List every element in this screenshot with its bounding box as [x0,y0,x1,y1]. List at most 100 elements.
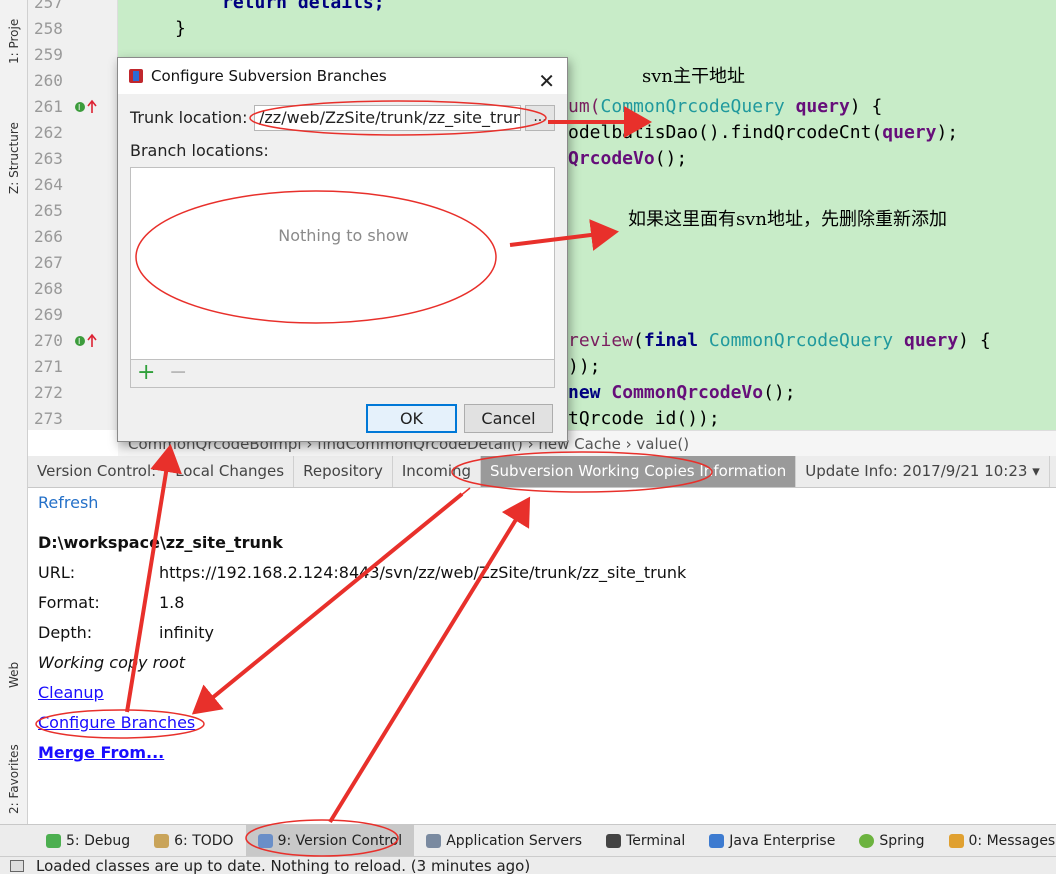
code-line-257: return details; [222,0,385,16]
line-number: 265 [34,201,63,220]
messages-icon [948,833,964,848]
code-token: (); [763,382,796,403]
line-number: 267 [34,253,63,272]
line-number: 257 [34,0,63,12]
tab-web[interactable]: Web [4,640,24,688]
debug-icon [46,833,61,848]
code-token: query [903,330,959,351]
close-icon[interactable]: ✕ [538,63,555,99]
line-number: 268 [34,279,63,298]
depth-row: Depth: infinity [38,618,214,648]
spring-tool-button[interactable]: Spring [847,825,936,857]
code-token: query [795,96,850,117]
working-copies-panel: Refresh D:\workspace\zz_site_trunk URL: h… [28,488,1056,824]
url-value: https://192.168.2.124:8443/svn/zz/web/Zz… [159,563,687,582]
code-line-270: review(final CommonQrcodeQuery query) { [568,328,991,354]
line-number: 263 [34,149,63,168]
url-label: URL: [38,563,76,582]
depth-label: Depth: [38,623,93,642]
line-number: 260 [34,71,63,90]
trunk-location-input[interactable]: /zz/web/ZzSite/trunk/zz_site_trunk [254,105,521,131]
browse-button[interactable]: ... [525,105,555,131]
tab-structure[interactable]: Z: Structure [4,96,24,194]
code-line-261: um(CommonQrcodeQuery query) { [568,94,882,120]
debug-tool-button[interactable]: 5: Debug [34,825,142,857]
code-token: ); [936,122,959,143]
intellij-icon [129,69,143,83]
tool-windows-toggle-icon[interactable] [10,860,24,872]
empty-list-text: Nothing to show [278,226,409,245]
cleanup-link[interactable]: Cleanup [38,678,104,708]
java-enterprise-tool-button[interactable]: Java Enterprise [697,825,847,857]
tab-project[interactable]: 1: Proje [4,4,24,64]
add-branch-button[interactable]: + [137,360,155,386]
line-number: 269 [34,305,63,324]
refresh-label: Refresh [38,493,99,512]
code-token: ) { [958,330,991,351]
configure-branches-dialog: Configure Subversion Branches ✕ Trunk lo… [117,57,568,442]
breadcrumb-separator: › [625,435,637,453]
implements-marker-icon[interactable]: I [74,99,100,115]
java-enterprise-label: Java Enterprise [729,832,836,849]
code-token: CommonQrcodeQuery [708,330,894,351]
messages-tool-button[interactable]: 0: Messages [937,825,1056,857]
implements-marker-icon[interactable]: I [74,333,100,349]
trunk-location-label: Trunk location: [130,108,248,127]
tab-web-label: Web [7,661,21,688]
spring-label: Spring [879,832,925,849]
code-line-262: odelbatisDao().findQrcodeCnt(query); [568,120,958,146]
code-token: CommonQrcodeVo [611,382,764,403]
line-number: 258 [34,19,63,38]
line-number: 264 [34,175,63,194]
breadcrumb-item[interactable]: value() [636,435,689,453]
remove-branch-button[interactable]: − [169,360,187,386]
merge-from-link[interactable]: Merge From... [38,738,164,768]
tab-local-changes[interactable]: Local Changes [166,456,295,487]
spring-icon [859,833,875,848]
dialog-title: Configure Subversion Branches [151,67,387,85]
version-control-label: Version Control: [28,456,167,487]
tab-favorites-label: 2: Favorites [7,744,21,814]
line-number: 266 [34,227,63,246]
version-control-tool-button[interactable]: 9: Version Control [245,824,415,857]
line-number: 259 [34,45,63,64]
annotation-branch-note: 如果这里面有svn地址，先删除重新添加 [628,209,947,230]
tab-favorites[interactable]: 2: Favorites [4,718,24,814]
todo-label: 6: TODO [174,832,234,849]
line-number: 273 [34,409,63,428]
terminal-label: Terminal [626,832,686,849]
server-icon [426,833,442,848]
cancel-button[interactable]: Cancel [464,404,553,433]
branch-list-toolbar: + − [130,360,555,388]
ok-button[interactable]: OK [366,404,457,433]
line-number: 271 [34,357,63,376]
tab-project-label: 1: Proje [7,18,21,64]
tab-working-copies-info[interactable]: Subversion Working Copies Information [481,456,797,487]
url-row: URL: https://192.168.2.124:8443/svn/zz/we… [38,558,686,588]
format-value: 1.8 [159,593,185,612]
code-line-272: new CommonQrcodeVo(); [568,380,796,406]
todo-tool-button[interactable]: 6: TODO [142,825,245,857]
code-line-271: )); [568,356,601,377]
app-servers-tool-button[interactable]: Application Servers [414,825,594,857]
code-line-258: } [175,18,186,39]
configure-branches-link[interactable]: Configure Branches [38,708,195,738]
app-servers-label: Application Servers [446,832,583,849]
terminal-tool-button[interactable]: Terminal [594,825,697,857]
tool-window-bar: 5: Debug 6: TODO 9: Version Control Appl… [0,824,1056,857]
code-token: review [568,330,634,351]
tab-incoming[interactable]: Incoming [393,456,482,487]
code-token: um( [568,96,601,117]
tab-repository[interactable]: Repository [294,456,393,487]
code-token: odelbatisDao().findQrcodeCnt( [568,122,883,143]
branch-locations-list[interactable]: Nothing to show [130,167,555,360]
code-token: ) { [849,96,883,117]
version-control-label: 9: Version Control [277,832,403,849]
format-row: Format: 1.8 [38,588,184,618]
code-line-273: tQrcode id()); [568,408,720,429]
svg-text:I: I [78,103,80,112]
java-enterprise-icon [709,833,725,848]
code-token: query [882,122,937,143]
tab-update-info[interactable]: Update Info: 2017/9/21 10:23 ▾ [796,456,1050,487]
refresh-link[interactable]: Refresh [38,488,98,518]
